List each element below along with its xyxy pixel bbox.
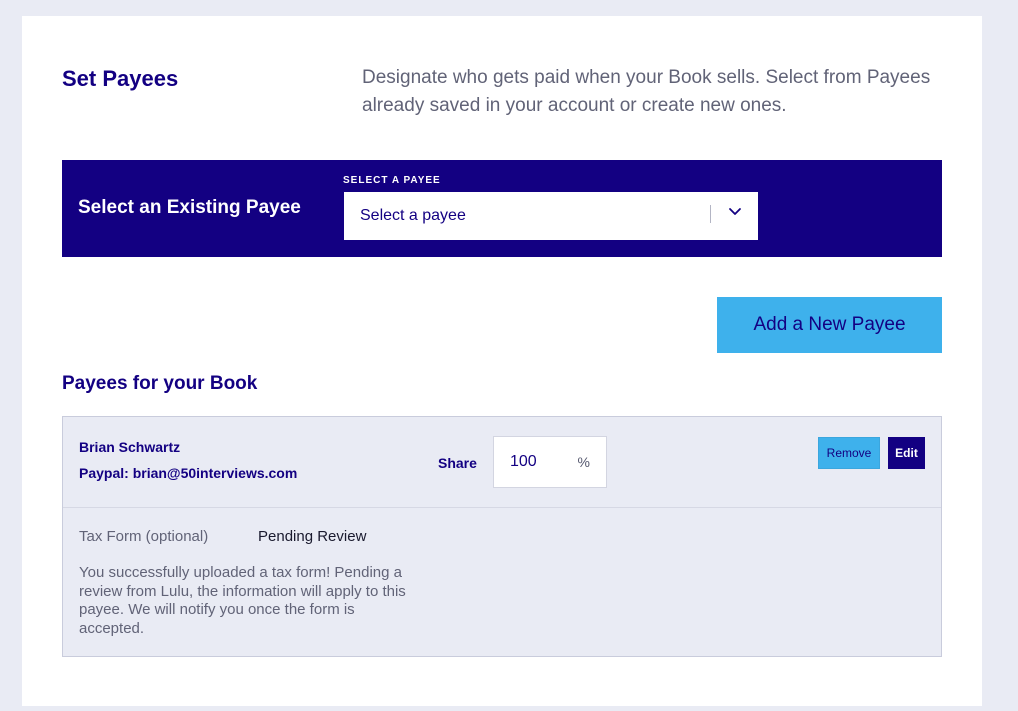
select-payee-label: SELECT A PAYEE <box>343 175 441 186</box>
payee-select-value: Select a payee <box>360 207 466 224</box>
percent-unit: % <box>577 454 590 470</box>
share-label: Share <box>438 455 477 471</box>
payees-card: Set Payees Designate who gets paid when … <box>22 16 982 706</box>
tax-form-label: Tax Form (optional) <box>79 528 209 545</box>
payees-for-book-heading: Payees for your Book <box>62 373 258 394</box>
page-description: Designate who gets paid when your Book s… <box>362 67 931 116</box>
add-new-payee-button[interactable]: Add a New Payee <box>717 297 942 353</box>
payee-divider <box>63 507 941 508</box>
tax-form-status: Pending Review <box>258 528 367 545</box>
payee-select-dropdown[interactable]: Select a payee <box>344 192 758 240</box>
select-existing-payee-heading: Select an Existing Payee <box>78 197 301 218</box>
remove-payee-button[interactable]: Remove <box>818 437 880 469</box>
payee-paypal: Paypal: brian@50interviews.com <box>79 465 298 481</box>
tax-form-message: You successfully uploaded a tax form! Pe… <box>79 564 406 637</box>
select-existing-payee-panel: Select an Existing Payee SELECT A PAYEE … <box>62 160 942 257</box>
page-title: Set Payees <box>62 66 179 91</box>
payee-name: Brian Schwartz <box>79 439 181 455</box>
payee-row: Brian Schwartz Paypal: brian@50interview… <box>62 416 942 657</box>
dropdown-separator <box>710 205 711 223</box>
edit-payee-button[interactable]: Edit <box>888 437 925 469</box>
share-input[interactable] <box>510 453 570 471</box>
share-field[interactable]: % <box>493 436 607 488</box>
chevron-down-icon[interactable] <box>728 202 742 222</box>
